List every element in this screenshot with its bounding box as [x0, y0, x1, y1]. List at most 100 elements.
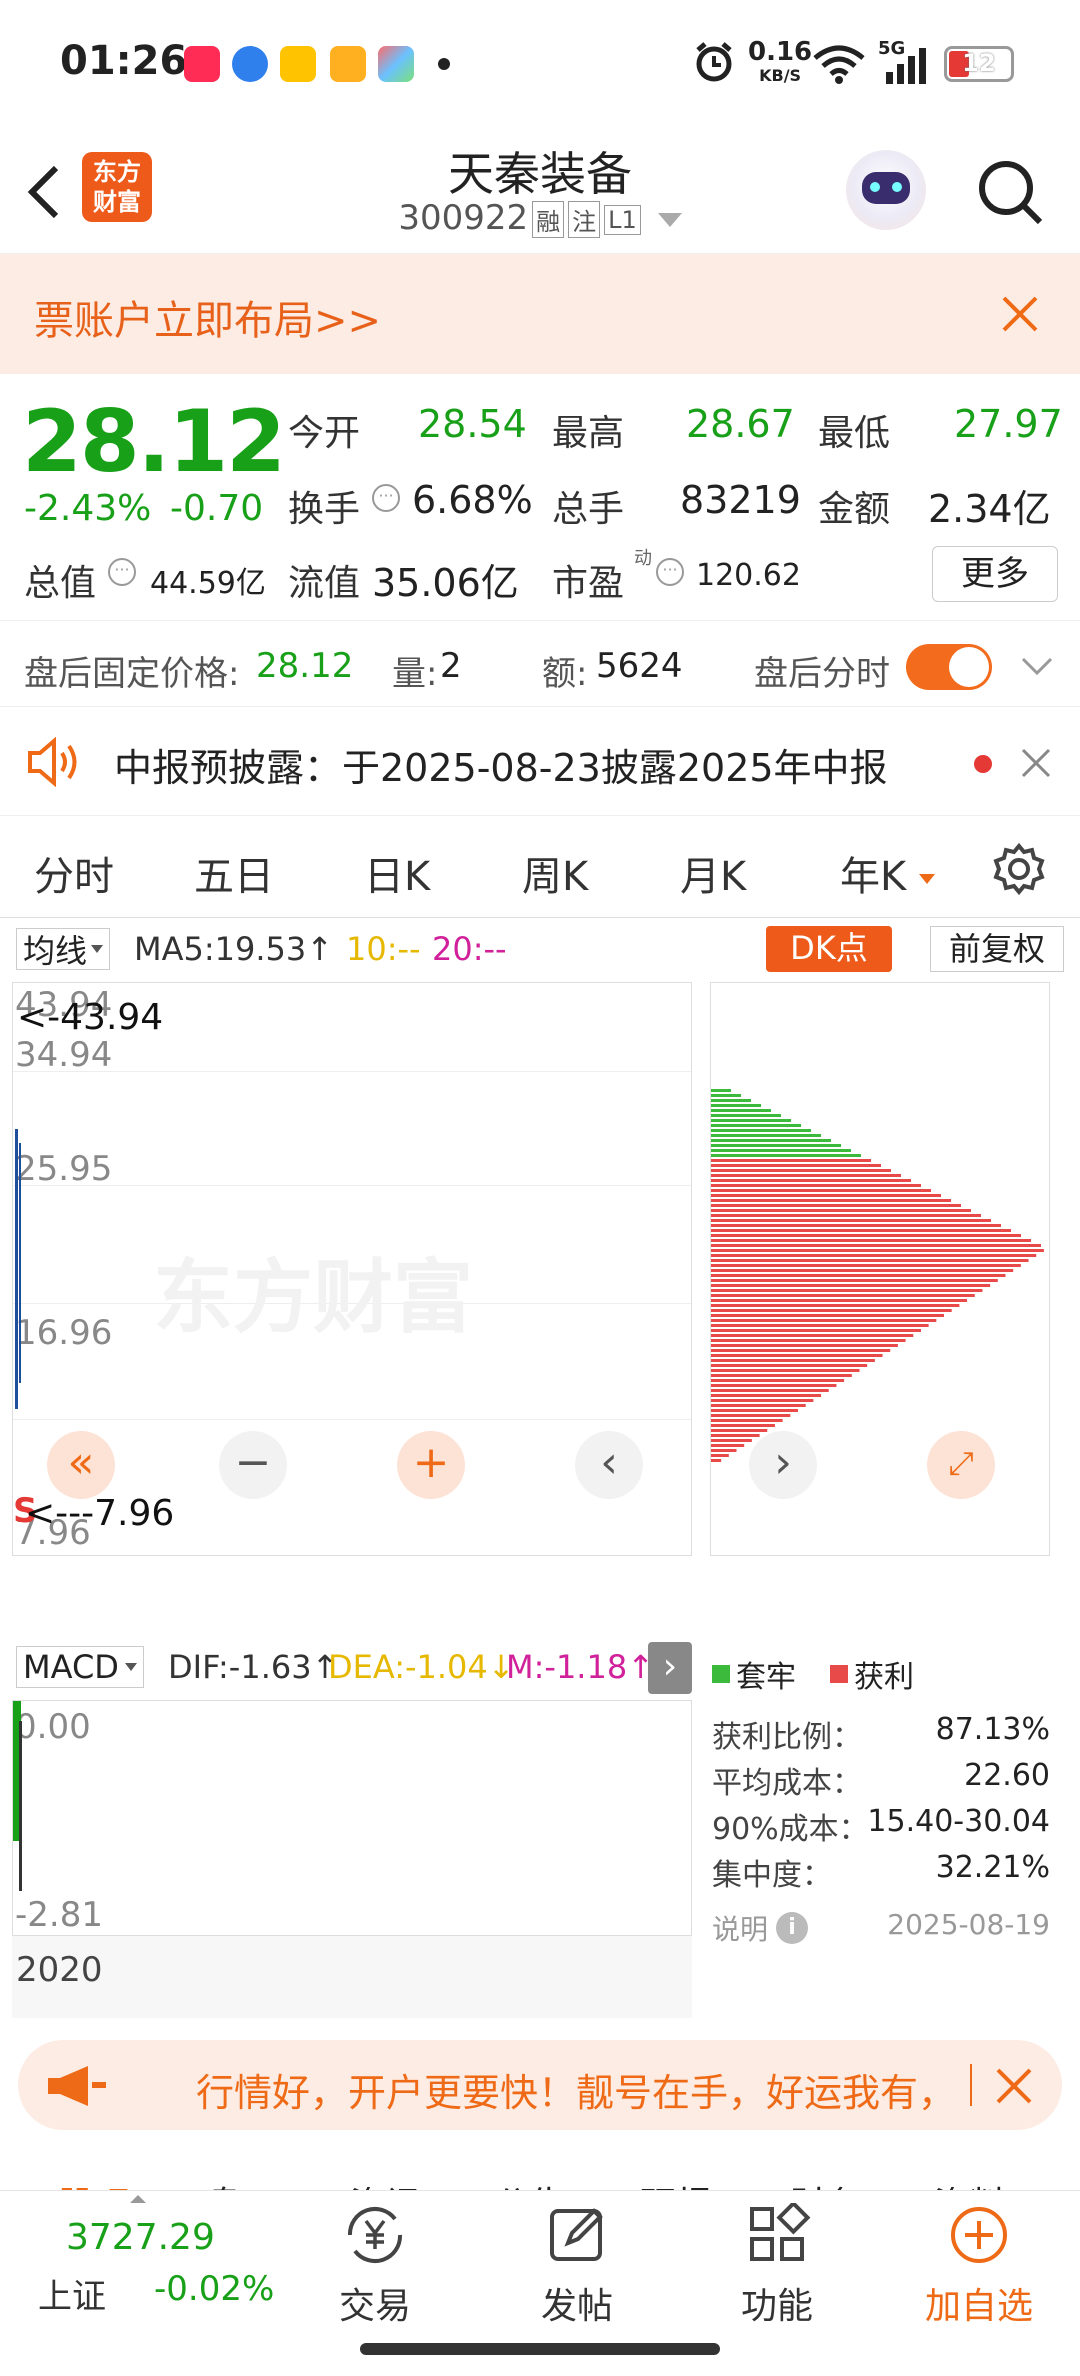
chip-bar [711, 1169, 891, 1172]
chip-bar [711, 1229, 1011, 1232]
caret-down-icon [91, 945, 104, 953]
indicator-selector[interactable]: MACD [16, 1646, 144, 1688]
chevron-right-icon[interactable]: › [749, 1431, 817, 1499]
kline-candle [15, 1129, 18, 1409]
chip-bar [711, 1139, 831, 1142]
tab-daily-k[interactable]: 日K [364, 844, 430, 902]
chip-bar [711, 1324, 929, 1327]
cost90-label: 90%成本： [712, 1812, 869, 1847]
grid-functions-icon [750, 2200, 811, 2261]
close-icon[interactable] [994, 2066, 1034, 2106]
bottom-nav: 3727.29 上证 -0.02% 交易 发帖 功能 加自选 [0, 2190, 1080, 2376]
info-dots-icon[interactable]: ··· [372, 484, 400, 512]
tab-monthly-k[interactable]: 月K [680, 844, 746, 902]
chip-bar [711, 1454, 729, 1457]
y-label-4: 16.96 [15, 1313, 113, 1353]
close-icon[interactable] [1020, 747, 1052, 779]
scroll-left-fast-icon[interactable]: « [47, 1431, 115, 1499]
dk-point-button[interactable]: DK点 [766, 926, 892, 972]
tab-five-day[interactable]: 五日 [194, 844, 274, 902]
chip-bar [711, 1249, 1044, 1252]
robot-assistant-icon[interactable] [846, 150, 926, 230]
chip-date: 2025-08-19 [887, 1908, 1050, 1941]
nav-functions[interactable]: 功能 [712, 2200, 842, 2329]
chip-bar [711, 1204, 961, 1207]
chip-note-link[interactable]: 说明 i [712, 1908, 809, 1948]
info-icon: i [776, 1912, 809, 1944]
notice-bar[interactable]: 中报预披露：于2025-08-23披露2025年中报 [0, 706, 1080, 816]
macd-panel[interactable]: 0.00 -2.81 [12, 1700, 692, 1936]
trade-yen-icon [347, 2206, 403, 2264]
sub-tab-announcements[interactable]: 公告 [494, 2176, 566, 2190]
registration-tag: 注 [568, 201, 601, 238]
chip-bar [711, 1284, 991, 1287]
close-icon[interactable] [1000, 294, 1040, 334]
chevron-right-icon[interactable]: › [648, 1642, 692, 1694]
expand-icon[interactable]: ⤢ [927, 1431, 995, 1499]
open-value: 28.54 [418, 402, 527, 446]
home-indicator[interactable] [360, 2343, 720, 2355]
tab-weekly-k[interactable]: 周K [522, 844, 588, 902]
caret-up-icon [130, 2195, 146, 2203]
after-hours-toggle[interactable] [906, 644, 992, 690]
sub-tab-pankou[interactable]: 盘口 [206, 2176, 278, 2190]
kline-chart-area: 均线 MA5:19.53↑ 10:-- 20:-- DK点 前复权 东方财富 4… [0, 918, 1080, 2018]
zoom-out-icon[interactable]: − [219, 1431, 287, 1499]
after-hours-volume: 2 [440, 646, 462, 686]
nav-post[interactable]: 发帖 [512, 2203, 642, 2329]
chip-bar [711, 1429, 768, 1432]
chip-bar [711, 1214, 981, 1217]
ma-selector[interactable]: 均线 [16, 928, 111, 970]
tab-yearly-k[interactable]: 年K [840, 844, 935, 902]
info-dots-icon[interactable]: ··· [108, 558, 136, 586]
tab-intraday[interactable]: 分时 [34, 844, 114, 902]
index-ticker[interactable]: 3727.29 上证 -0.02% [0, 2191, 274, 2341]
sub-tab-research[interactable]: 研报 [640, 2176, 712, 2190]
open-label: 今开 [288, 413, 361, 454]
stock-header: 东方 财富 天秦装备 300922 融注 L1 [0, 128, 1080, 254]
chip-bar [711, 1404, 806, 1407]
chip-bar [711, 1159, 871, 1162]
chevron-down-icon [657, 212, 682, 227]
sub-tab-guba[interactable]: 股吧 [58, 2176, 130, 2190]
chip-bar [711, 1319, 937, 1322]
current-price: 28.12 [22, 392, 286, 492]
chip-bar [711, 1419, 783, 1422]
chip-bar [711, 1314, 945, 1317]
more-button[interactable]: 更多 [932, 546, 1058, 602]
chip-bar [711, 1399, 814, 1402]
sub-tab-news[interactable]: 资讯 [350, 2176, 422, 2190]
watermark: 东方财富 [153, 1251, 473, 1344]
nav-trade[interactable]: 交易 [310, 2203, 440, 2329]
nav-add-watchlist[interactable]: 加自选 [914, 2203, 1044, 2329]
chip-bar [711, 1349, 891, 1352]
zoom-in-icon[interactable]: + [397, 1431, 465, 1499]
chip-bar [711, 1134, 821, 1137]
account-promo-bar[interactable]: 行情好，开户更要快！靓号在手，好运我有， [18, 2040, 1062, 2130]
chip-bar [711, 1149, 851, 1152]
chip-bar [711, 1194, 941, 1197]
gear-icon[interactable] [992, 842, 1046, 896]
chip-bar [711, 1119, 791, 1122]
chip-bar [711, 1164, 881, 1167]
kline-panel[interactable]: 东方财富 43.94 <-43.94 34.94 25.95 16.96 7.9… [12, 982, 692, 1556]
chevron-left-icon[interactable]: ‹ [575, 1431, 643, 1499]
avg-cost-value: 22.60 [964, 1758, 1050, 1793]
sub-tab-finance[interactable]: 财务 [790, 2176, 862, 2190]
adjust-price-button[interactable]: 前复权 [930, 926, 1064, 972]
sub-tab-profile[interactable]: 资料 [934, 2176, 1006, 2190]
high-value: 28.67 [686, 402, 795, 446]
mktcap-value: 44.59亿 [150, 566, 266, 601]
info-dots-icon[interactable]: ··· [656, 558, 684, 586]
chip-bar [711, 1444, 745, 1447]
chip-distribution-panel[interactable]: › ⤢ [710, 982, 1050, 1556]
promo-banner[interactable]: 票账户立即布局>> [0, 254, 1080, 374]
amount-label: 金额 [818, 489, 891, 530]
chip-bar [711, 1179, 911, 1182]
min-price-marker: <---7.96 [25, 1493, 175, 1534]
search-icon[interactable] [976, 158, 1046, 228]
chip-bar [711, 1459, 722, 1462]
profit-ratio-label: 获利比例： [712, 1720, 862, 1755]
turnover-label: 换手 [288, 489, 361, 530]
chevron-down-icon[interactable] [1020, 656, 1054, 678]
